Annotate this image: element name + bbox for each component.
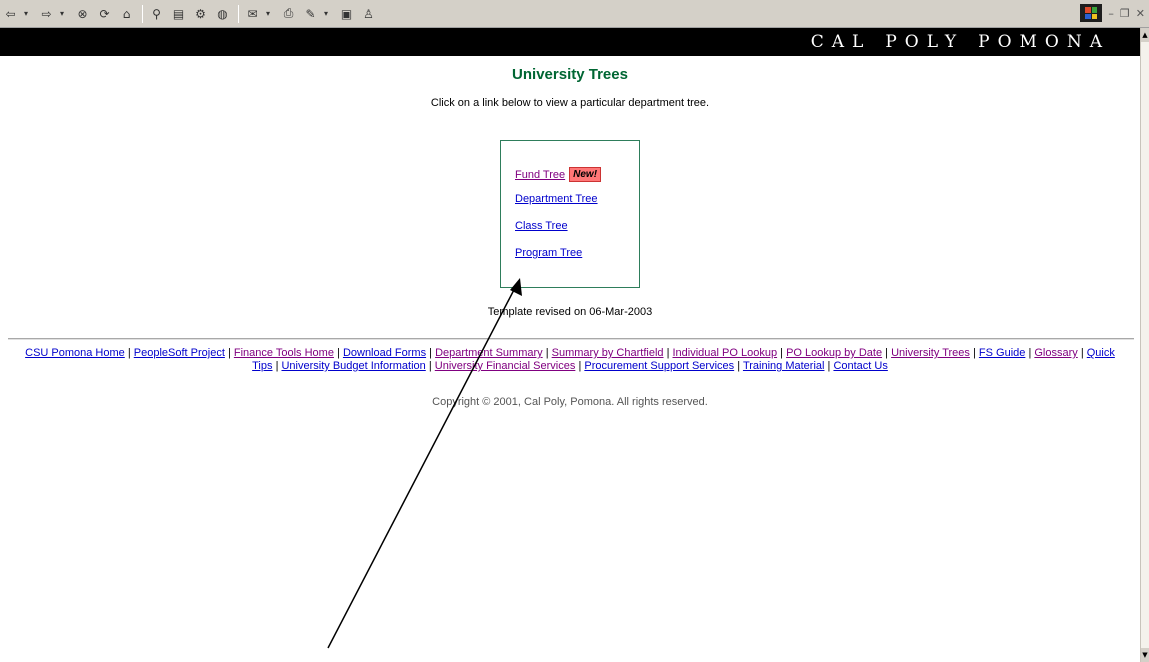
footer-link[interactable]: CSU Pomona Home: [25, 347, 125, 359]
history-icon[interactable]: ⚙: [192, 5, 209, 22]
mail-dropdown-icon[interactable]: ▾: [266, 9, 274, 18]
footer-separator: |: [780, 347, 783, 359]
media-icon[interactable]: ◍: [214, 5, 231, 22]
window-controls: – ❐ ✕: [1080, 4, 1145, 22]
scroll-up-icon[interactable]: ▲: [1141, 28, 1149, 42]
footer-separator: |: [666, 347, 670, 359]
copyright-text: Copyright © 2001, Cal Poly, Pomona. All …: [432, 396, 708, 408]
footer-separator: |: [827, 360, 831, 372]
footer-link[interactable]: PO Lookup by Date: [786, 347, 882, 359]
footer-separator: |: [337, 347, 340, 359]
scroll-down-icon[interactable]: ▼: [1141, 648, 1149, 662]
back-icon[interactable]: ⇦: [2, 5, 19, 22]
banner-word: POLY: [885, 32, 965, 52]
footer-link[interactable]: Download Forms: [343, 347, 426, 359]
footer-link[interactable]: Procurement Support Services: [584, 360, 734, 372]
minimize-icon[interactable]: –: [1108, 7, 1114, 20]
site-banner: CAL POLY POMONA: [0, 28, 1140, 56]
scrollbar-track[interactable]: [1141, 42, 1149, 652]
browser-toolbar: ⇦ ▾ ⇨ ▾ ⊗ ⟳ ⌂ ⚲ ▤ ⚙ ◍ ✉ ▾ ⎙ ✎ ▾ ▣ ♙ – ❐ …: [0, 0, 1149, 28]
template-revised-text: Template revised on 06-Mar-2003: [487, 306, 653, 318]
home-icon[interactable]: ⌂: [118, 5, 135, 22]
footer-link[interactable]: Department Summary: [435, 347, 543, 359]
restore-icon[interactable]: ❐: [1120, 7, 1130, 20]
footer-separator: |: [429, 347, 432, 359]
footer-nav: CSU Pomona Home | PeopleSoft Project | F…: [20, 347, 1120, 373]
footer-separator: |: [737, 360, 741, 372]
close-icon[interactable]: ✕: [1136, 7, 1145, 20]
windows-logo-icon: [1080, 4, 1103, 22]
intro-text: Click on a link below to view a particul…: [430, 97, 710, 109]
footer-separator: |: [1028, 347, 1032, 359]
tree-item: Fund Tree New!: [515, 165, 639, 192]
toolbar-separator: [238, 4, 239, 23]
toolbar-separator: [142, 4, 143, 23]
forward-icon[interactable]: ⇨: [38, 5, 55, 22]
footer-separator: |: [428, 360, 432, 372]
footer-separator: |: [1080, 347, 1084, 359]
program-tree-link[interactable]: Program Tree: [515, 246, 639, 273]
favorites-icon[interactable]: ▤: [170, 5, 187, 22]
banner-logo-text: CAL POLY POMONA: [811, 32, 1110, 52]
edit-dropdown-icon[interactable]: ▾: [324, 9, 332, 18]
footer-link[interactable]: PeopleSoft Project: [134, 347, 225, 359]
print-icon[interactable]: ⎙: [280, 5, 297, 22]
footer-link[interactable]: University Trees: [891, 347, 970, 359]
footer-link[interactable]: Training Material: [743, 360, 825, 372]
department-tree-link[interactable]: Department Tree: [515, 192, 639, 219]
footer-separator: |: [227, 347, 231, 359]
footer-separator: |: [578, 360, 582, 372]
footer-separator: |: [885, 347, 888, 359]
new-badge: New!: [569, 167, 602, 182]
banner-word: POMONA: [978, 32, 1110, 52]
fund-tree-link[interactable]: Fund Tree: [515, 169, 565, 181]
footer-link[interactable]: FS Guide: [979, 347, 1025, 359]
stop-icon[interactable]: ⊗: [74, 5, 91, 22]
mail-icon[interactable]: ✉: [244, 5, 261, 22]
horizontal-divider: [8, 338, 1134, 340]
vertical-scrollbar[interactable]: ▲ ▼: [1140, 28, 1149, 662]
edit-icon[interactable]: ✎: [302, 5, 319, 22]
refresh-icon[interactable]: ⟳: [96, 5, 113, 22]
footer-link[interactable]: University Financial Services: [435, 360, 576, 372]
footer-link[interactable]: Contact Us: [833, 360, 887, 372]
discuss-icon[interactable]: ▣: [338, 5, 355, 22]
page-title: University Trees: [512, 66, 628, 83]
footer-separator: |: [127, 347, 131, 359]
search-icon[interactable]: ⚲: [148, 5, 165, 22]
footer-separator: |: [972, 347, 976, 359]
back-dropdown-icon[interactable]: ▾: [24, 9, 32, 18]
footer-link[interactable]: Glossary: [1034, 347, 1077, 359]
footer-link[interactable]: University Budget Information: [281, 360, 425, 372]
forward-dropdown-icon[interactable]: ▾: [60, 9, 68, 18]
class-tree-link[interactable]: Class Tree: [515, 219, 639, 246]
footer-link[interactable]: Summary by Chartfield: [552, 347, 664, 359]
messenger-icon[interactable]: ♙: [360, 5, 377, 22]
footer-separator: |: [545, 347, 549, 359]
footer-link[interactable]: Finance Tools Home: [234, 347, 334, 359]
banner-word: CAL: [810, 32, 872, 52]
footer-link[interactable]: Individual PO Lookup: [673, 347, 778, 359]
tree-link-box: Fund Tree New! Department Tree Class Tree…: [500, 140, 640, 288]
footer-separator: |: [275, 360, 279, 372]
